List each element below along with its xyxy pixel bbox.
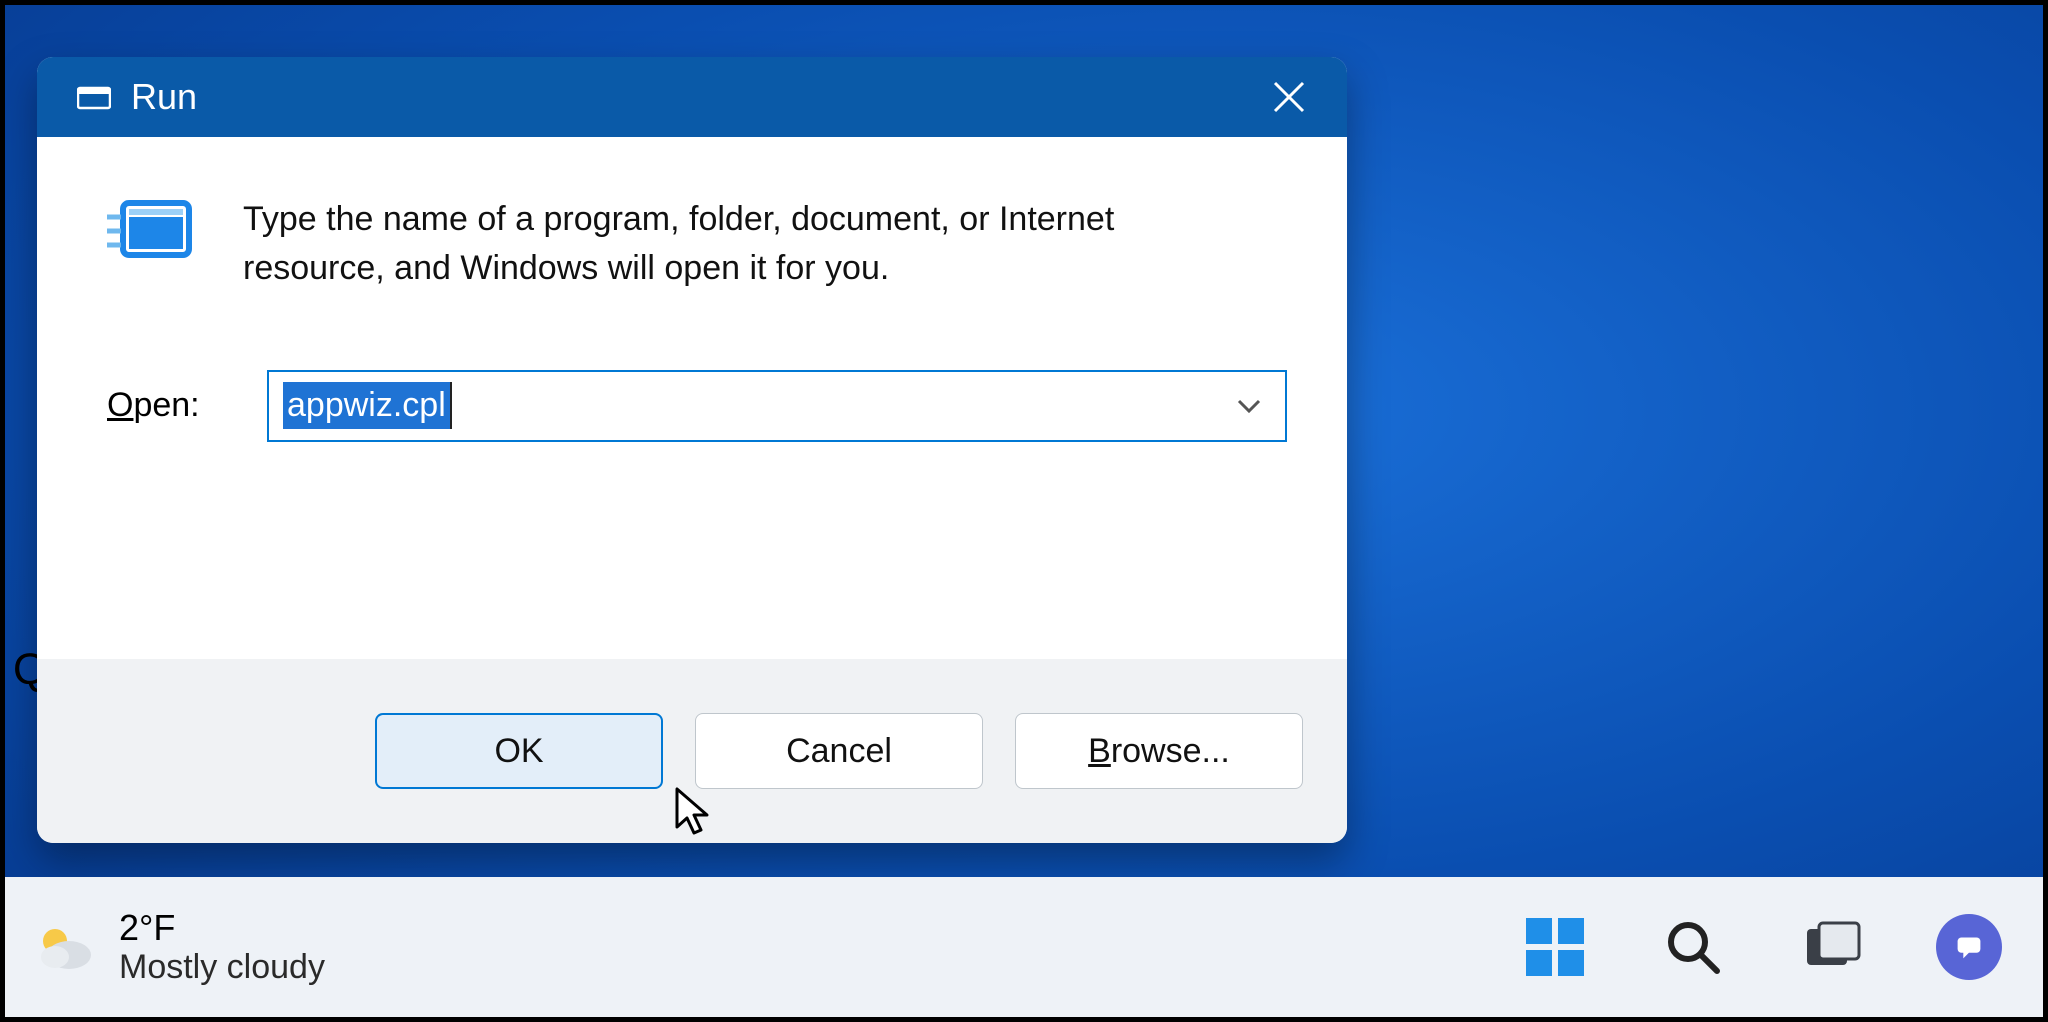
taskbar[interactable]: 2°F Mostly cloudy bbox=[5, 877, 2043, 1017]
close-button[interactable] bbox=[1271, 79, 1307, 115]
combobox-dropdown-button[interactable] bbox=[1235, 392, 1263, 420]
ok-button[interactable]: OK bbox=[375, 713, 663, 789]
open-label: Open: bbox=[107, 386, 227, 425]
taskbar-weather-widget[interactable]: 2°F Mostly cloudy bbox=[35, 907, 325, 987]
dialog-body: Type the name of a program, folder, docu… bbox=[37, 137, 1347, 659]
chat-icon bbox=[1936, 914, 2002, 980]
open-combobox[interactable]: appwiz.cpl bbox=[267, 370, 1287, 442]
open-input-value[interactable]: appwiz.cpl bbox=[283, 382, 452, 429]
dialog-description: Type the name of a program, folder, docu… bbox=[243, 195, 1263, 294]
titlebar[interactable]: Run bbox=[37, 57, 1347, 137]
chat-button[interactable] bbox=[1935, 913, 2003, 981]
weather-temperature: 2°F bbox=[119, 907, 325, 948]
start-button[interactable] bbox=[1521, 913, 1589, 981]
run-dialog-window: Run Type the name of a program, folde bbox=[37, 57, 1347, 843]
search-button[interactable] bbox=[1659, 913, 1727, 981]
dialog-button-row: OK Cancel Browse... bbox=[37, 659, 1347, 843]
run-titlebar-icon bbox=[77, 84, 111, 110]
window-title: Run bbox=[131, 76, 197, 118]
run-icon bbox=[107, 195, 195, 267]
browse-button[interactable]: Browse... bbox=[1015, 713, 1303, 789]
cancel-button[interactable]: Cancel bbox=[695, 713, 983, 789]
weather-condition: Mostly cloudy bbox=[119, 948, 325, 987]
task-view-button[interactable] bbox=[1797, 913, 1865, 981]
weather-icon bbox=[35, 921, 95, 973]
